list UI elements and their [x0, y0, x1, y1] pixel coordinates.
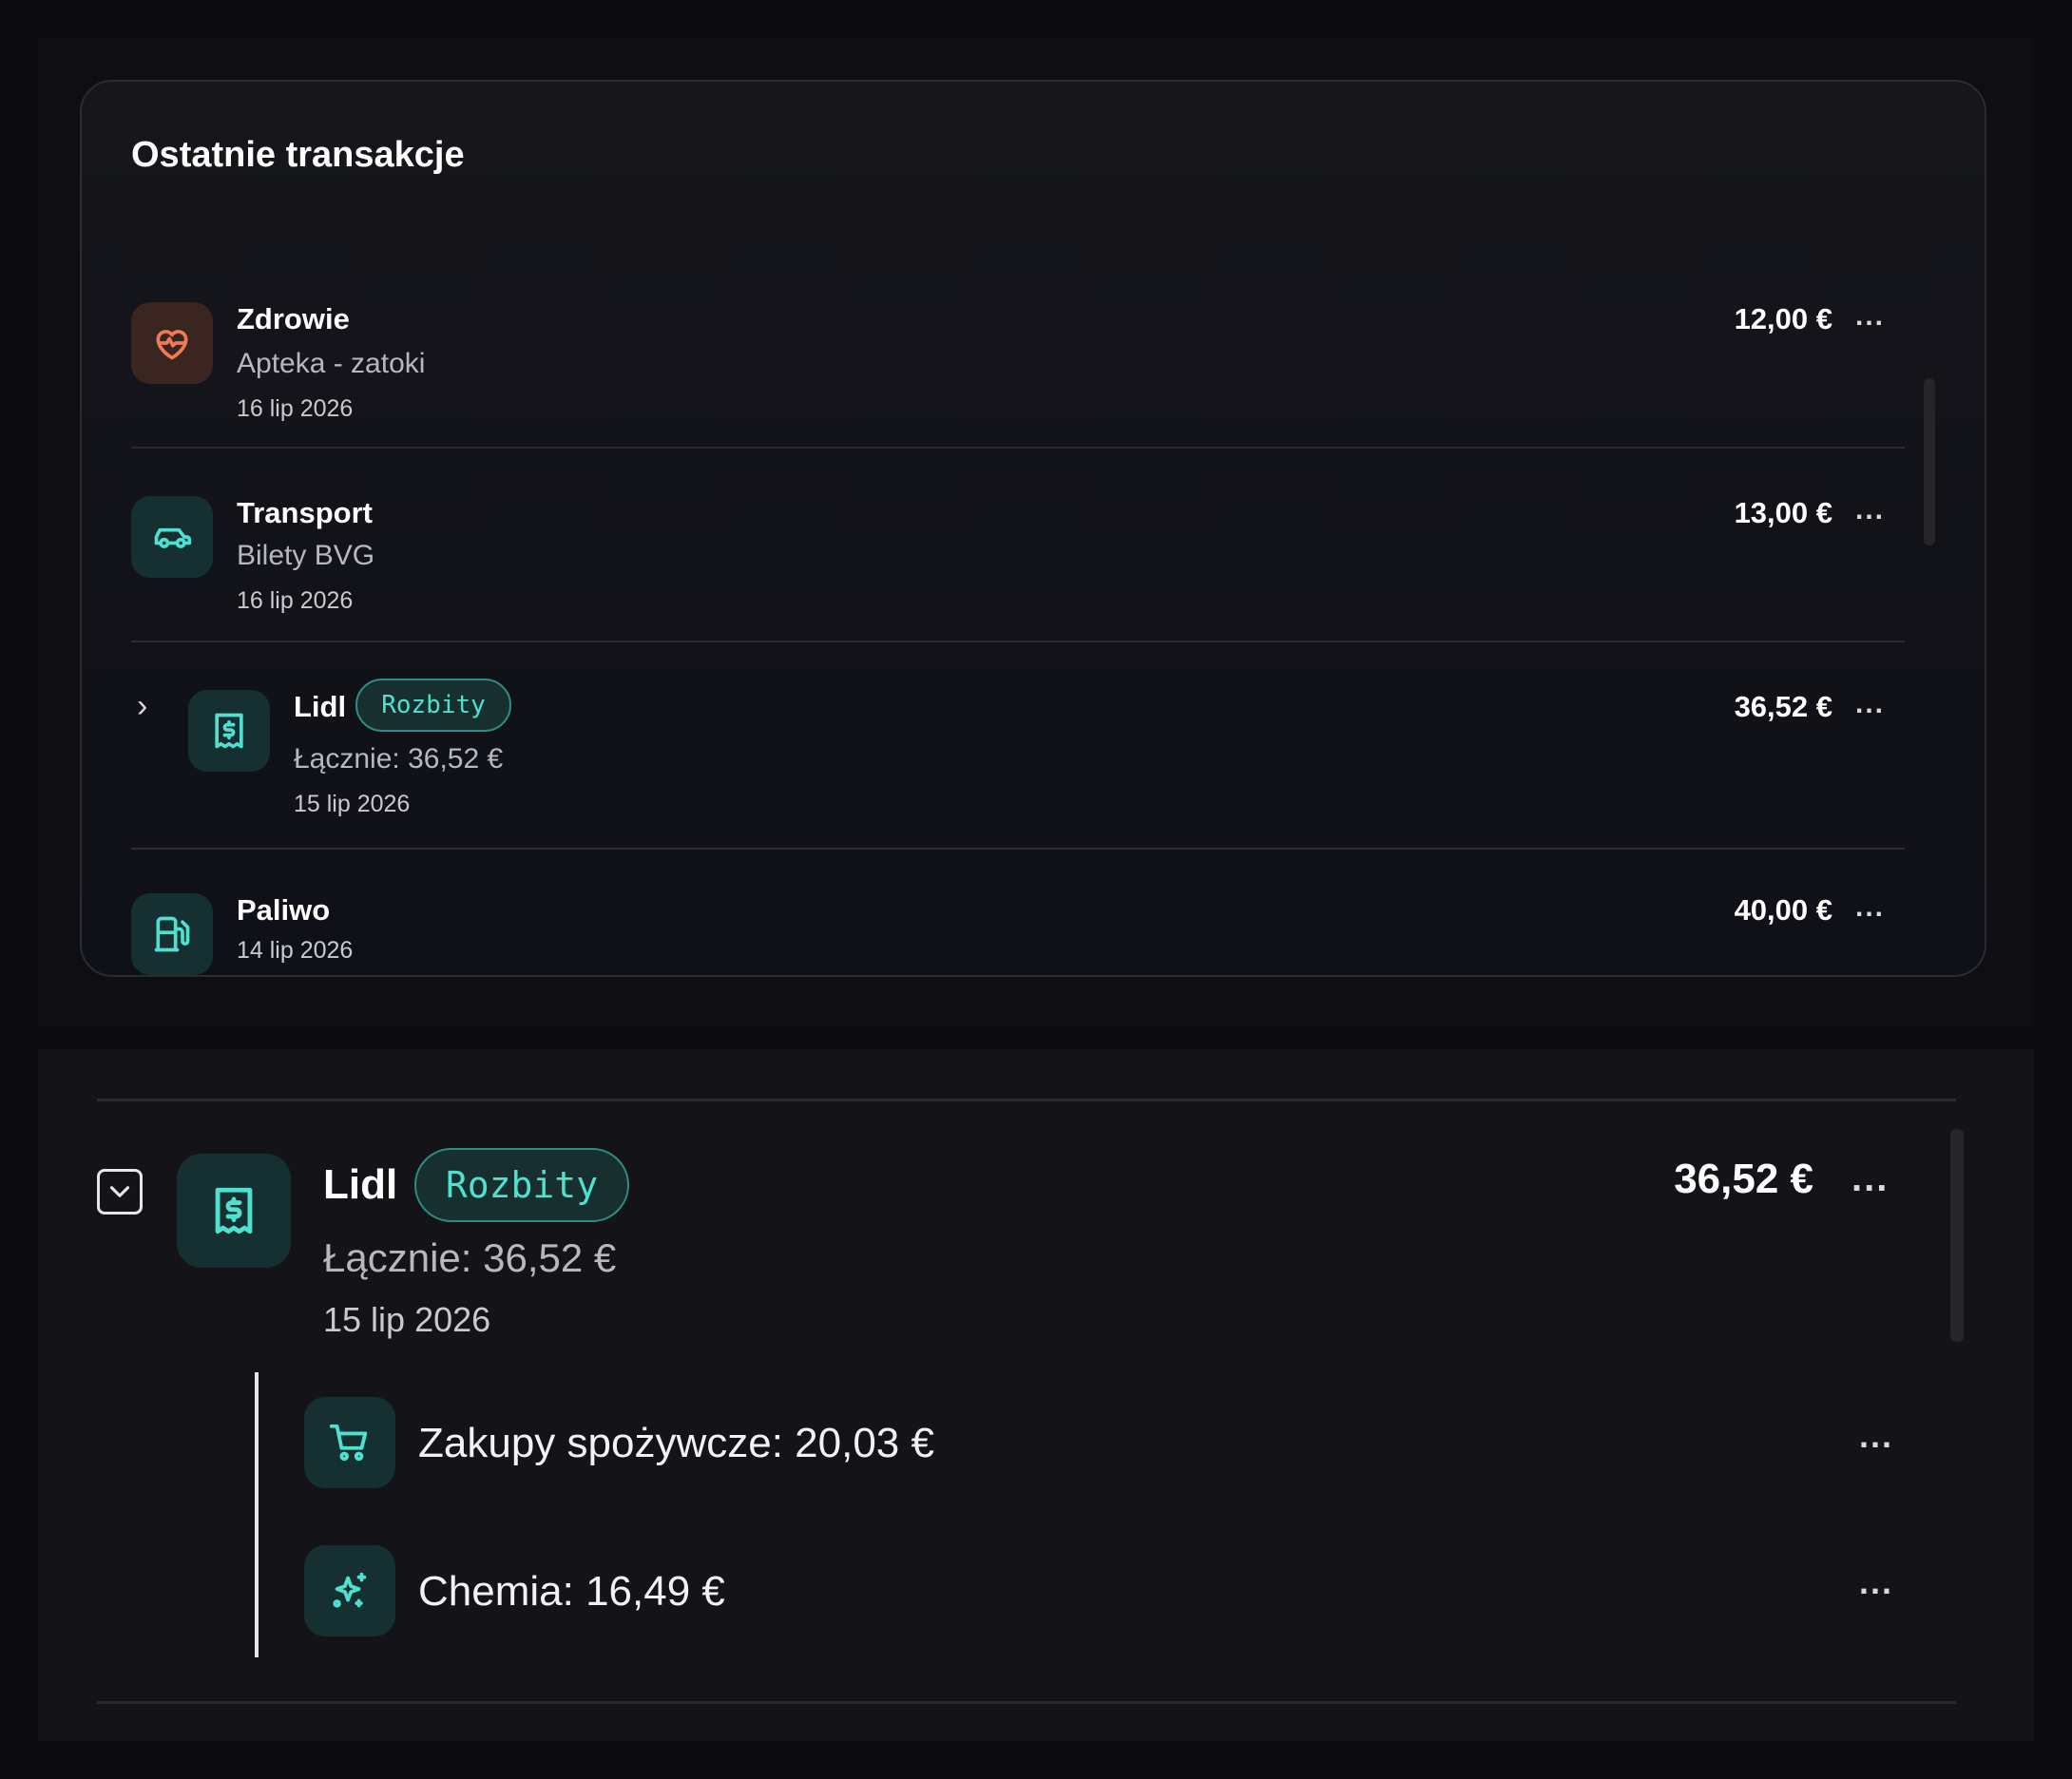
transaction-amount: 12,00 € [1734, 302, 1832, 335]
expand-chevron-icon[interactable]: › [137, 688, 147, 725]
more-options-button[interactable]: ... [1855, 494, 1885, 526]
transaction-row-zdrowie[interactable]: Zdrowie Apteka - zatoki 16 lip 2026 12,0… [131, 222, 1905, 449]
transaction-amount: 40,00 € [1734, 893, 1832, 927]
row-divider [131, 975, 1905, 977]
more-options-button[interactable]: ... [1855, 688, 1885, 720]
transaction-name: Lidl [294, 690, 347, 723]
sparkles-icon [304, 1545, 395, 1636]
fuel-pump-icon [131, 893, 213, 975]
more-options-button[interactable]: ... [1859, 1416, 1893, 1456]
transaction-subtitle: Apteka - zatoki [237, 348, 426, 379]
split-item-label: Zakupy spożywcze: 20,03 € [418, 1420, 934, 1466]
transaction-row-paliwo[interactable]: Paliwo 14 lip 2026 40,00 € ... [131, 813, 1905, 977]
transaction-amount: 13,00 € [1734, 496, 1832, 529]
receipt-dollar-icon [177, 1154, 291, 1268]
transaction-name: Zdrowie [237, 302, 350, 335]
transaction-name: Transport [237, 496, 373, 529]
more-options-button[interactable]: ... [1859, 1562, 1893, 1602]
transaction-subtitle: Łącznie: 36,52 € [323, 1235, 617, 1280]
transaction-name: Paliwo [237, 893, 331, 927]
split-badge: Rozbity [355, 679, 511, 732]
transaction-row-lidl[interactable]: › Lidl Rozbity Łącznie: 36,52 € 15 lip 2… [131, 610, 1905, 850]
transaction-date: 15 lip 2026 [323, 1300, 491, 1339]
transaction-name: Lidl [323, 1161, 398, 1208]
transaction-subtitle: Łącznie: 36,52 € [294, 743, 504, 775]
bottom-divider [97, 1701, 1956, 1704]
shopping-cart-icon [304, 1397, 395, 1488]
receipt-dollar-icon [188, 690, 270, 772]
transaction-amount: 36,52 € [1674, 1156, 1813, 1202]
top-divider [97, 1099, 1956, 1101]
scrollbar[interactable] [1950, 1129, 1964, 1342]
card-title: Ostatnie transakcje [131, 135, 465, 175]
transaction-subtitle: Bilety BVG [237, 540, 375, 571]
heart-pulse-icon [131, 302, 213, 384]
transaction-row-transport[interactable]: Transport Bilety BVG 16 lip 2026 13,00 €… [131, 416, 1905, 642]
more-options-button[interactable]: ... [1855, 891, 1885, 924]
split-tree-line [255, 1372, 259, 1657]
scrollbar[interactable] [1924, 378, 1935, 545]
split-item-label: Chemia: 16,49 € [418, 1568, 725, 1615]
transaction-amount: 36,52 € [1734, 690, 1832, 723]
expanded-transaction-panel: Lidl Rozbity Łącznie: 36,52 € 15 lip 202… [38, 1049, 2034, 1741]
transaction-date: 14 lip 2026 [237, 937, 354, 964]
collapse-toggle[interactable] [97, 1169, 143, 1215]
recent-transactions-card: Ostatnie transakcje Zdrowie Apteka - zat… [80, 80, 1986, 977]
car-icon [131, 496, 213, 578]
more-options-button[interactable]: ... [1855, 300, 1885, 333]
chevron-down-icon [109, 1186, 130, 1197]
split-badge: Rozbity [414, 1148, 629, 1222]
more-options-button[interactable]: ... [1851, 1157, 1889, 1200]
